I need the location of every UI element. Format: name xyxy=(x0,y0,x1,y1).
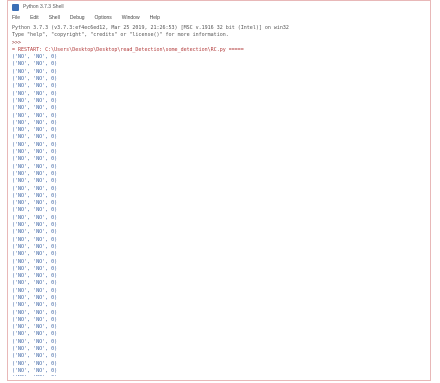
title-bar: Python 3.7.3 Shell xyxy=(8,1,430,13)
menu-bar: File Edit Shell Debug Options Window Hel… xyxy=(8,13,430,22)
output-line: ('NO', 'NO', 0) xyxy=(12,200,58,207)
output-line: ('NO', 'NO', 0) xyxy=(12,375,424,376)
output-line: ('NO', 'NO', 0) xyxy=(12,265,58,272)
output-line: ('NO', 'NO', 0) xyxy=(12,90,58,97)
output-line: ('NO', 'NO', 0) xyxy=(12,156,58,163)
window-title: Python 3.7.3 Shell xyxy=(23,4,64,10)
output-line: ('NO', 'NO', 0) xyxy=(12,360,58,367)
output-line: ('NO', 'NO', 0) xyxy=(12,294,58,301)
output-line: ('NO', 'NO', 0) xyxy=(12,68,58,75)
menu-help[interactable]: Help xyxy=(150,15,160,21)
output-line: ('NO', 'NO', 0) xyxy=(12,236,58,243)
output-line: ('NO', 'NO', 0) xyxy=(12,273,58,280)
output-line: ('NO', 'NO', 0) xyxy=(12,331,58,338)
program-output: ('NO', 'NO', 0) ('NO', 'NO', 0) ('NO', 'NO… xyxy=(12,54,424,376)
output-line: ('NO', 'NO', 0) xyxy=(12,280,58,287)
output-line: ('NO', 'NO', 0) xyxy=(12,163,58,170)
output-line: ('NO', 'NO', 0) xyxy=(12,170,58,177)
shell-output-area[interactable]: Python 3.7.3 (v3.7.3:ef4ec6ed12, Mar 25 … xyxy=(12,25,424,376)
output-line: ('NO', 'NO', 0) xyxy=(12,258,58,265)
menu-file[interactable]: File xyxy=(12,15,20,21)
menu-window[interactable]: Window xyxy=(122,15,140,21)
output-line: ('NO', 'NO', 0) xyxy=(12,83,58,90)
output-line: ('NO', 'NO', 0) xyxy=(12,76,58,83)
restart-line: = RESTART: C:\Users\Desktop\Desktop\read… xyxy=(12,46,244,53)
banner-line: Type "help", "copyright", "credits" or "… xyxy=(12,32,229,39)
output-line: ('NO', 'NO', 0) xyxy=(12,214,58,221)
output-line: ('NO', 'NO', 0) xyxy=(12,316,58,323)
output-line: ('NO', 'NO', 0) xyxy=(12,367,58,374)
menu-edit[interactable]: Edit xyxy=(30,15,39,21)
output-line: ('NO', 'NO', 0) xyxy=(12,119,58,126)
output-line: ('NO', 'NO', 0) xyxy=(12,141,58,148)
output-line: ('NO', 'NO', 0) xyxy=(12,222,58,229)
menu-options[interactable]: Options xyxy=(95,15,112,21)
output-line: ('NO', 'NO', 0) xyxy=(12,243,58,250)
output-line: ('NO', 'NO', 0) xyxy=(12,97,58,104)
menu-debug[interactable]: Debug xyxy=(70,15,85,21)
menu-shell[interactable]: Shell xyxy=(49,15,60,21)
output-line: ('NO', 'NO', 0) xyxy=(12,207,58,214)
output-line: ('NO', 'NO', 0) xyxy=(12,346,58,353)
python-shell-window: Python 3.7.3 Shell File Edit Shell Debug… xyxy=(7,0,431,381)
output-line: ('NO', 'NO', 0) xyxy=(12,178,58,185)
output-line: ('NO', 'NO', 0) xyxy=(12,229,58,236)
output-line: ('NO', 'NO', 0) xyxy=(12,112,58,119)
output-line: ('NO', 'NO', 0) xyxy=(12,287,58,294)
output-line: ('NO', 'NO', 0) xyxy=(12,251,58,258)
output-line: ('NO', 'NO', 0) xyxy=(12,134,58,141)
output-line: ('NO', 'NO', 0) xyxy=(12,149,58,156)
output-line: ('NO', 'NO', 0) xyxy=(12,338,58,345)
output-line: ('NO', 'NO', 0) xyxy=(12,192,58,199)
output-line: ('NO', 'NO', 0) xyxy=(12,105,58,112)
output-line: ('NO', 'NO', 0) xyxy=(12,127,58,134)
banner-line: Python 3.7.3 (v3.7.3:ef4ec6ed12, Mar 25 … xyxy=(12,25,289,31)
output-line: ('NO', 'NO', 0) xyxy=(12,309,58,316)
output-line: ('NO', 'NO', 0) xyxy=(12,54,58,61)
output-line: ('NO', 'NO', 0) xyxy=(12,353,58,360)
output-line: ('NO', 'NO', 0) xyxy=(12,185,58,192)
output-line: ('NO', 'NO', 0) xyxy=(12,324,58,331)
output-line: ('NO', 'NO', 0) xyxy=(12,302,58,309)
python-app-icon xyxy=(12,3,19,11)
shell-prompt: >>> xyxy=(12,39,22,46)
output-line: ('NO', 'NO', 0) xyxy=(12,61,58,68)
